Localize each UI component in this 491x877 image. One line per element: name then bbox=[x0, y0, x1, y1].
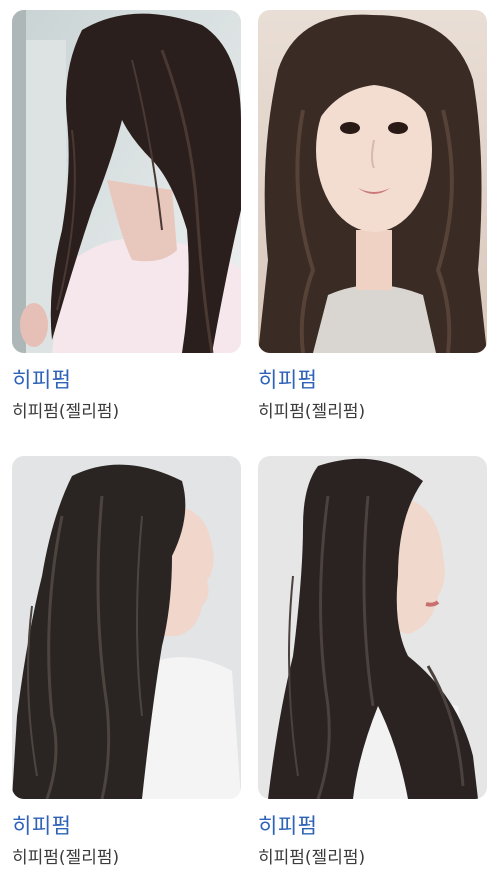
image-results-grid: 히피펌 히피펌(젤리펌) 히피펌 히피펌(젤리펌) 히피펌 히피펌(젤리펌) 히… bbox=[0, 0, 491, 877]
result-subtitle: 히피펌(젤리펌) bbox=[12, 848, 120, 868]
result-title[interactable]: 히피펌 bbox=[12, 365, 241, 395]
result-card[interactable]: 히피펌 히피펌(젤리펌) bbox=[12, 10, 241, 425]
result-subtitle: 히피펌(젤리펌) bbox=[12, 402, 120, 422]
hair-photo-image bbox=[12, 456, 241, 799]
result-subtitle: 히피펌(젤리펌) bbox=[258, 848, 366, 868]
hair-photo-image bbox=[12, 10, 241, 353]
hair-photo-image bbox=[258, 456, 487, 799]
result-title[interactable]: 히피펌 bbox=[258, 365, 487, 395]
hair-photo-image bbox=[258, 10, 487, 353]
result-title[interactable]: 히피펌 bbox=[258, 811, 487, 841]
result-subtitle: 히피펌(젤리펌) bbox=[258, 402, 366, 422]
result-thumbnail[interactable] bbox=[12, 456, 241, 799]
result-title[interactable]: 히피펌 bbox=[12, 811, 241, 841]
result-thumbnail[interactable] bbox=[258, 10, 487, 353]
result-card[interactable]: 히피펌 히피펌(젤리펌) bbox=[258, 10, 487, 425]
result-card[interactable]: 히피펌 히피펌(젤리펌) bbox=[258, 456, 487, 871]
result-card[interactable]: 히피펌 히피펌(젤리펌) bbox=[12, 456, 241, 871]
result-thumbnail[interactable] bbox=[258, 456, 487, 799]
result-thumbnail[interactable] bbox=[12, 10, 241, 353]
